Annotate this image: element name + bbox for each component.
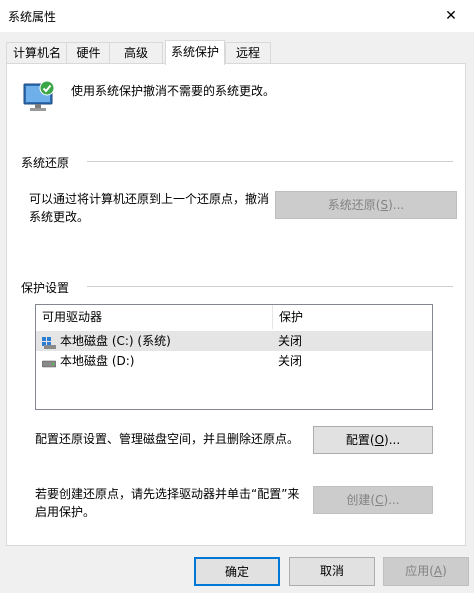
restore-group-divider	[87, 161, 453, 162]
configure-description: 配置还原设置、管理磁盘空间，并且删除还原点。	[35, 432, 300, 446]
column-header-drives[interactable]: 可用驱动器	[36, 305, 272, 329]
drive-protection-status: 关闭	[278, 334, 303, 348]
window-title: 系统属性	[8, 10, 57, 24]
create-button[interactable]: 创建(C)...	[313, 486, 433, 514]
close-icon: ✕	[445, 8, 457, 24]
column-header-protection[interactable]: 保护	[273, 305, 429, 329]
tab-remote[interactable]: 远程	[225, 42, 271, 64]
restore-group-label: 系统还原	[21, 156, 70, 170]
drive-list[interactable]: 可用驱动器 保护 本地磁盘 (C:) (系统) 关闭 本地磁盘 (D:) 关闭	[35, 304, 433, 410]
title-bar: 系统属性 ✕	[0, 0, 474, 32]
intro-text: 使用系统保护撤消不需要的系统更改。	[71, 84, 276, 98]
cancel-button[interactable]: 取消	[289, 557, 375, 586]
protection-group-divider	[87, 286, 453, 287]
system-restore-button[interactable]: 系统还原(S)...	[275, 191, 457, 219]
drive-protection-status: 关闭	[278, 354, 303, 368]
system-drive-icon	[42, 335, 56, 349]
tab-computer-name[interactable]: 计算机名	[6, 42, 68, 64]
create-description: 若要创建还原点，请先选择驱动器并单击“配置”来 启用保护。	[35, 487, 300, 519]
apply-button[interactable]: 应用(A)	[383, 557, 469, 586]
tab-advanced[interactable]: 高级	[109, 42, 163, 64]
tab-hardware[interactable]: 硬件	[66, 42, 111, 64]
ok-button[interactable]: 确定	[194, 557, 280, 586]
drive-name: 本地磁盘 (C:) (系统)	[60, 334, 171, 348]
protection-group-label: 保护设置	[21, 281, 70, 295]
drive-row-d[interactable]: 本地磁盘 (D:) 关闭	[36, 351, 432, 371]
drive-icon	[41, 355, 57, 368]
drive-name: 本地磁盘 (D:)	[60, 354, 135, 368]
drive-row-c[interactable]: 本地磁盘 (C:) (系统) 关闭	[36, 331, 432, 351]
close-button[interactable]: ✕	[428, 0, 474, 32]
tab-system-protection[interactable]: 系统保护	[165, 40, 225, 65]
configure-button[interactable]: 配置(O)...	[313, 426, 433, 454]
system-protection-panel: 使用系统保护撤消不需要的系统更改。 系统还原 可以通过将计算机还原到上一个还原点…	[6, 63, 466, 546]
restore-description: 可以通过将计算机还原到上一个还原点，撤消 系统更改。	[29, 192, 270, 224]
system-protection-icon	[21, 78, 57, 114]
